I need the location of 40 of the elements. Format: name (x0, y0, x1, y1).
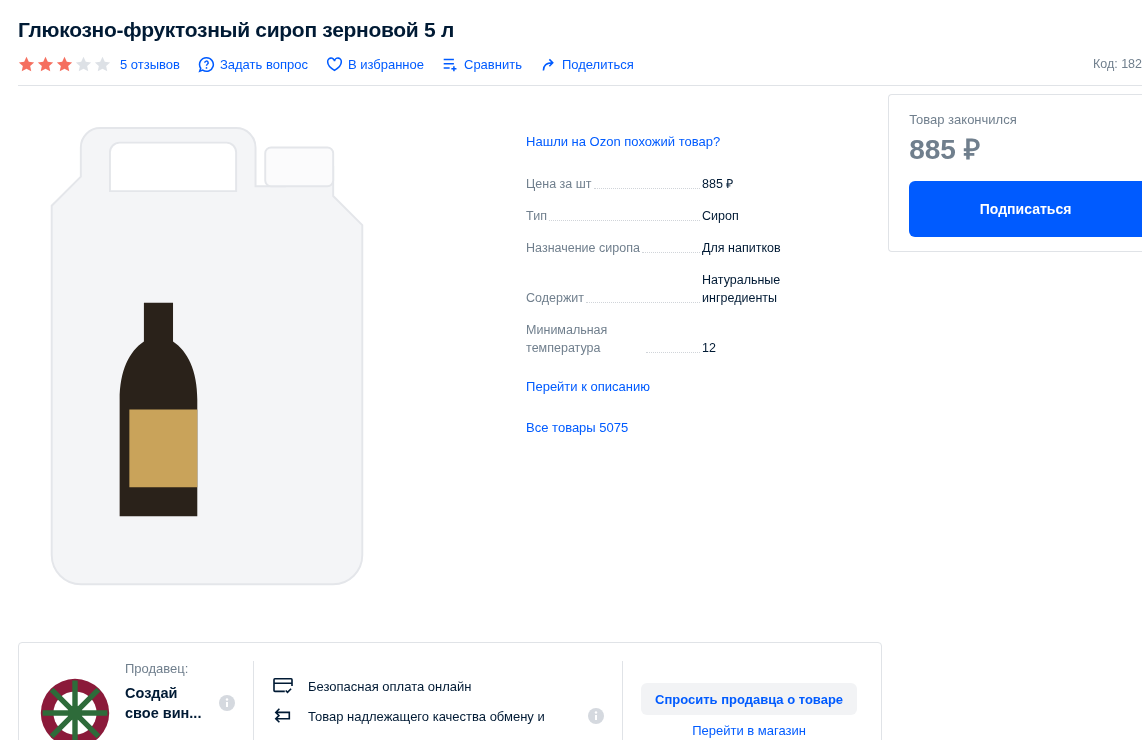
subscribe-button[interactable]: Подписаться (909, 181, 1142, 237)
star-icon (56, 55, 73, 73)
action-link[interactable]: Сравнить (442, 55, 522, 73)
price: 885 ₽ (909, 133, 981, 167)
go-to-store-link[interactable]: Перейти в магазин (692, 723, 806, 738)
star-icon (18, 55, 35, 73)
seller-name[interactable]: Создай свое вин... (125, 683, 211, 723)
description-link[interactable]: Перейти к описанию (526, 379, 868, 394)
stock-status: Товар закончился (909, 112, 1018, 127)
similar-product-link[interactable]: Нашли на Ozon похожий товар? (526, 134, 868, 149)
product-code: Код: 182 (1092, 57, 1142, 71)
question-bubble-icon (197, 55, 215, 73)
seller-label: Продавец: (125, 661, 190, 677)
action-link[interactable]: Задать вопрос (197, 55, 308, 73)
all-products-link[interactable]: Все товары 5075 (526, 420, 868, 435)
spec-value: Для напитков (702, 240, 782, 257)
spec-value: 885 ₽ (702, 176, 735, 193)
reviews-link[interactable]: 5 отзывов (120, 56, 180, 72)
spec-name: Цена за шт (526, 176, 592, 193)
ask-seller-button[interactable]: Спросить продавца о товаре (641, 683, 858, 715)
spec-name: Содержит (526, 290, 585, 307)
spec-value: Натуральные ингредиенты (702, 272, 782, 307)
spec-name: Минимальная температура (526, 322, 609, 357)
info-icon[interactable] (219, 695, 235, 711)
star-icon (94, 55, 111, 73)
star-icon (75, 55, 92, 73)
seller-logo-icon (39, 677, 111, 740)
star-icon (37, 55, 54, 73)
spec-name: Назначение сиропа (526, 240, 640, 257)
action-link[interactable]: В избранное (325, 55, 424, 73)
product-title: Глюкозно-фруктозный сироп зерновой 5 л (18, 17, 455, 43)
guarantee-text: Товар надлежащего качества обмену и (308, 708, 545, 724)
info-icon[interactable] (588, 708, 604, 724)
spec-name: Тип (526, 208, 547, 225)
card-check-icon (272, 677, 294, 695)
guarantee-text: Безопасная оплата онлайн (308, 678, 472, 694)
action-link[interactable]: Поделиться (539, 55, 634, 73)
spec-value: Сироп (702, 208, 740, 225)
heart-icon (325, 55, 343, 73)
spec-value: 12 (702, 340, 717, 357)
